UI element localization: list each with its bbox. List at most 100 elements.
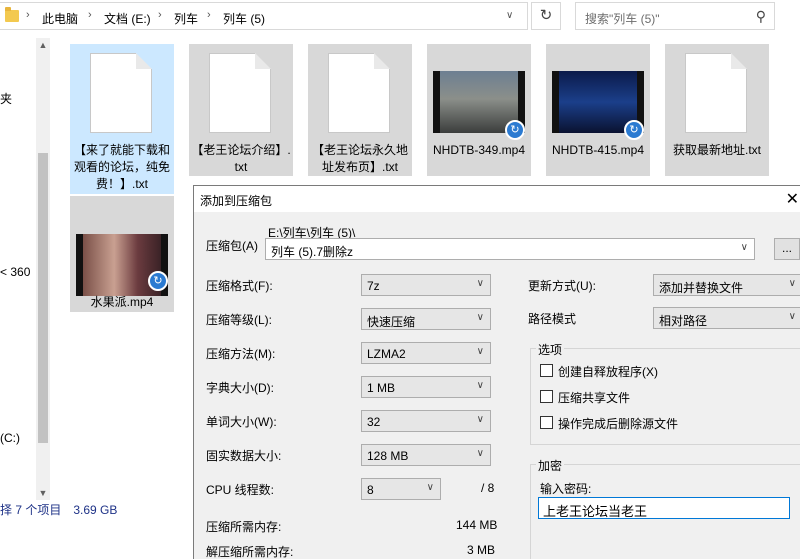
method-select[interactable]: LZMA2 ∨ [361,342,491,364]
update-mode-label: 更新方式(U): [528,279,596,293]
refresh-button[interactable]: ↻ [531,2,561,30]
cpu-threads-total: / 8 [481,481,495,495]
scrollbar-thumb[interactable] [38,153,48,443]
path-mode-label: 路径模式 [528,312,577,326]
chevron-down-icon: ∨ [788,278,796,289]
breadcrumb-item[interactable]: 列车 (5) [223,10,265,27]
sfx-checkbox[interactable] [540,364,553,377]
share-overlay-icon: ↻ [505,120,525,140]
search-icon: ⚲ [755,8,766,24]
file-item[interactable]: 【老王论坛介绍】.txt [189,44,293,176]
nav-scrollbar[interactable]: ▲ ▼ [36,38,50,500]
file-name: 【来了就能下载和观看的论坛，纯免费！】.txt [73,143,170,191]
format-label: 压缩格式(F): [206,279,273,293]
options-title: 选项 [536,341,565,358]
navigation-pane: 夹 < 360 (C:) [0,33,36,499]
file-item[interactable]: ↻ 水果派.mp4 [70,196,174,312]
chevron-down-icon: ∨ [476,414,484,425]
password-label: 输入密码: [540,482,592,496]
add-to-archive-dialog: 添加到压缩包 ✕ 压缩包(A) E:\列车\列车 (5)\ 列车 (5).7删除… [193,185,800,559]
file-name: 【老王论坛介绍】.txt [191,143,291,174]
dictionary-value: 1 MB [367,381,396,395]
update-mode-select[interactable]: 添加并替换文件 ∨ [653,274,800,296]
browse-button[interactable]: ... [774,238,800,260]
dialog-titlebar[interactable]: 添加到压缩包 ✕ [194,186,800,212]
archive-label: 压缩包(A) [206,239,258,253]
decompress-memory-value: 3 MB [467,543,496,557]
path-mode-value: 相对路径 [659,314,708,328]
level-select[interactable]: 快速压缩 ∨ [361,308,491,330]
file-item[interactable]: ↻ NHDTB-349.mp4 [427,44,531,176]
address-bar[interactable]: › 此电脑 › 文档 (E:) › 列车 › 列车 (5) ∨ [0,2,528,30]
method-value: LZMA2 [367,347,406,361]
compress-memory-value: 144 MB [456,518,498,532]
text-file-icon [685,53,747,133]
share-overlay-icon: ↻ [624,120,644,140]
scroll-down-icon[interactable]: ▼ [36,488,50,498]
nav-item[interactable]: (C:) [0,431,20,445]
chevron-down-icon: ∨ [476,380,484,391]
file-name: 【老王论坛永久地址发布页】.txt [311,143,408,174]
breadcrumb-item[interactable]: 文档 (E:) [104,10,151,27]
sfx-label[interactable]: 创建自释放程序(X) [558,363,658,380]
selection-size: 3.69 GB [73,503,118,517]
chevron-down-icon: ∨ [740,242,748,253]
level-value: 快速压缩 [367,315,416,329]
chevron-right-icon: › [207,9,211,21]
scroll-up-icon[interactable]: ▲ [36,40,50,50]
breadcrumb-item[interactable]: 列车 [174,10,198,27]
decompress-memory-label: 解压缩所需内存: [206,545,294,559]
word-size-value: 32 [367,415,381,429]
format-value: 7z [367,279,380,293]
cpu-threads-label: CPU 线程数: [206,483,275,497]
path-mode-select[interactable]: 相对路径 ∨ [653,307,800,329]
search-placeholder: 搜索"列车 (5)" [585,12,660,26]
chevron-down-icon: ∨ [788,311,796,322]
password-input[interactable]: 上老王论坛当老王 [538,497,790,519]
text-file-icon [209,53,271,133]
file-name: NHDTB-349.mp4 [432,143,526,157]
breadcrumb-item[interactable]: 此电脑 [42,10,78,27]
chevron-right-icon: › [158,9,162,21]
chevron-down-icon: ∨ [476,278,484,289]
shared-files-checkbox[interactable] [540,390,553,403]
nav-item[interactable]: 夹 [0,90,12,107]
chevron-down-icon: ∨ [426,482,434,493]
word-size-select[interactable]: 32 ∨ [361,410,491,432]
file-item[interactable]: 【老王论坛永久地址发布页】.txt [308,44,412,176]
shared-files-label[interactable]: 压缩共享文件 [558,389,630,406]
text-file-icon [90,53,152,133]
delete-after-checkbox[interactable] [540,416,553,429]
folder-icon [5,7,19,22]
text-file-icon [328,53,390,133]
share-overlay-icon: ↻ [148,271,168,291]
dialog-title: 添加到压缩包 [200,194,273,208]
dictionary-select[interactable]: 1 MB ∨ [361,376,491,398]
cpu-threads-value: 8 [367,483,374,497]
chevron-down-icon[interactable]: ∨ [506,10,513,21]
solid-size-label: 固实数据大小: [206,449,282,463]
chevron-down-icon: ∨ [476,448,484,459]
file-name: NHDTB-415.mp4 [551,143,645,157]
search-input[interactable]: 搜索"列车 (5)" ⚲ [575,2,775,30]
nav-item[interactable]: < 360 [0,265,30,279]
item-count: 择 7 个项目 [0,503,62,517]
file-item[interactable]: 获取最新地址.txt [665,44,769,176]
file-item[interactable]: ↻ NHDTB-415.mp4 [546,44,650,176]
file-item[interactable]: 【来了就能下载和观看的论坛，纯免费！】.txt [70,44,174,194]
file-name: 水果派.mp4 [90,295,154,309]
update-mode-value: 添加并替换文件 [659,281,744,295]
format-select[interactable]: 7z ∨ [361,274,491,296]
cpu-threads-select[interactable]: 8 ∨ [361,478,441,500]
chevron-down-icon: ∨ [476,312,484,323]
compress-memory-label: 压缩所需内存: [206,520,282,534]
close-icon[interactable]: ✕ [786,189,799,209]
chevron-down-icon: ∨ [476,346,484,357]
chevron-right-icon: › [88,9,92,21]
status-bar: 择 7 个项目 3.69 GB [0,501,196,521]
method-label: 压缩方法(M): [206,347,276,361]
delete-after-label[interactable]: 操作完成后删除源文件 [558,415,678,432]
archive-name-value: 列车 (5).7删除z [271,245,354,259]
archive-name-combo[interactable]: 列车 (5).7删除z ∨ [265,238,755,260]
solid-size-select[interactable]: 128 MB ∨ [361,444,491,466]
